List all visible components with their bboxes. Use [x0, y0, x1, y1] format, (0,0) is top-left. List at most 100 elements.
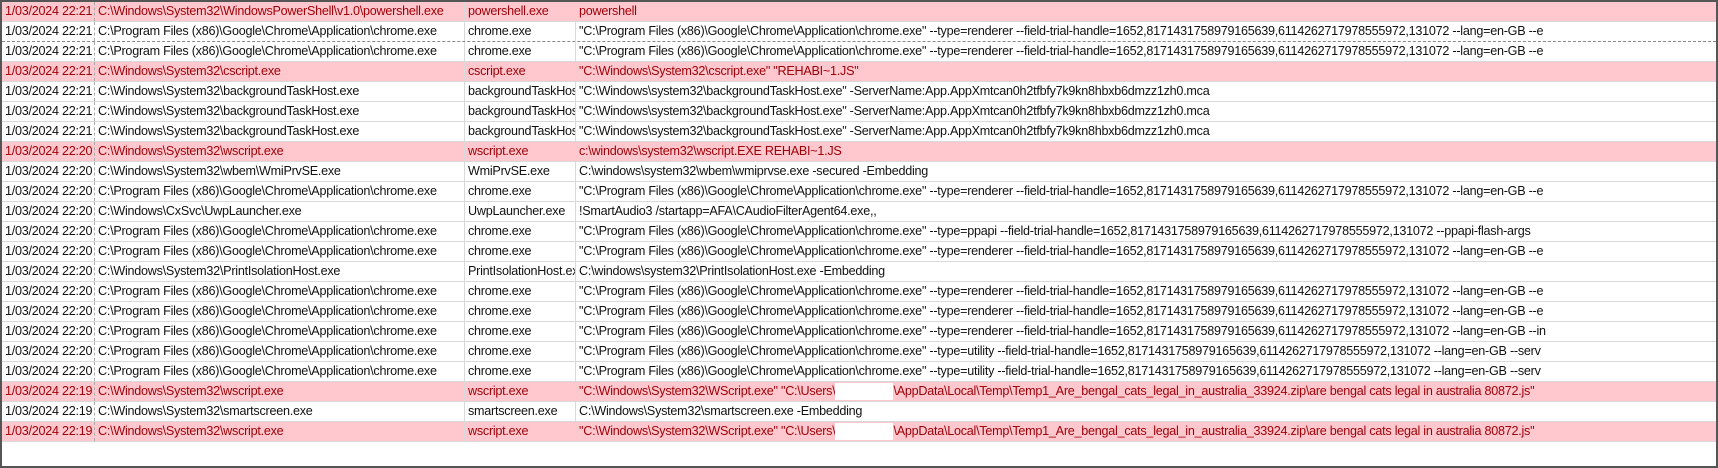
process-name-cell[interactable]: smartscreen.exe: [465, 402, 576, 421]
time-cell[interactable]: 1/03/2024 22:20: [2, 162, 95, 181]
time-cell[interactable]: 1/03/2024 22:21: [2, 2, 95, 21]
time-cell[interactable]: 1/03/2024 22:21: [2, 42, 95, 61]
image-path-cell[interactable]: C:\Program Files (x86)\Google\Chrome\App…: [95, 362, 465, 381]
image-path-cell-text: C:\Windows\System32\WindowsPowerShell\v1…: [98, 4, 444, 18]
image-path-cell[interactable]: C:\Program Files (x86)\Google\Chrome\App…: [95, 42, 465, 61]
command-line-cell[interactable]: powershell: [576, 2, 1716, 21]
image-path-cell[interactable]: C:\Program Files (x86)\Google\Chrome\App…: [95, 182, 465, 201]
time-cell[interactable]: 1/03/2024 22:20: [2, 322, 95, 341]
process-name-cell-text: wscript.exe: [468, 384, 529, 398]
command-line-cell[interactable]: c:\windows\system32\wscript.EXE REHABI~1…: [576, 142, 1716, 161]
process-name-cell[interactable]: chrome.exe: [465, 242, 576, 261]
command-line-cell[interactable]: "C:\Program Files (x86)\Google\Chrome\Ap…: [576, 362, 1716, 381]
time-cell-text: 1/03/2024 22:20: [5, 144, 93, 158]
process-name-cell[interactable]: WmiPrvSE.exe: [465, 162, 576, 181]
image-path-cell[interactable]: C:\Windows\System32\wscript.exe: [95, 142, 465, 161]
command-line-cell[interactable]: "C:\Program Files (x86)\Google\Chrome\Ap…: [576, 282, 1716, 301]
process-name-cell[interactable]: wscript.exe: [465, 142, 576, 161]
image-path-cell[interactable]: C:\Windows\System32\PrintIsolationHost.e…: [95, 262, 465, 281]
command-line-cell[interactable]: "C:\Windows\System32\WScript.exe" "C:\Us…: [576, 382, 1716, 401]
command-line-cell[interactable]: "C:\Windows\system32\backgroundTaskHost.…: [576, 122, 1716, 141]
process-name-cell[interactable]: backgroundTaskHost.exe: [465, 102, 576, 121]
image-path-cell[interactable]: C:\Program Files (x86)\Google\Chrome\App…: [95, 302, 465, 321]
time-cell[interactable]: 1/03/2024 22:21: [2, 22, 95, 41]
time-cell[interactable]: 1/03/2024 22:21: [2, 62, 95, 81]
time-cell[interactable]: 1/03/2024 22:19: [2, 402, 95, 421]
image-path-cell[interactable]: C:\Program Files (x86)\Google\Chrome\App…: [95, 222, 465, 241]
command-line-cell[interactable]: "C:\Program Files (x86)\Google\Chrome\Ap…: [576, 322, 1716, 341]
command-line-cell[interactable]: "C:\Program Files (x86)\Google\Chrome\Ap…: [576, 302, 1716, 321]
command-line-cell[interactable]: C:\windows\system32\wbem\wmiprvse.exe -s…: [576, 162, 1716, 181]
image-path-cell[interactable]: C:\Windows\System32\backgroundTaskHost.e…: [95, 82, 465, 101]
image-path-cell[interactable]: C:\Windows\System32\wscript.exe: [95, 422, 465, 441]
command-line-cell[interactable]: "C:\Program Files (x86)\Google\Chrome\Ap…: [576, 42, 1716, 61]
time-cell[interactable]: 1/03/2024 22:21: [2, 102, 95, 121]
time-cell[interactable]: 1/03/2024 22:20: [2, 222, 95, 241]
time-cell[interactable]: 1/03/2024 22:19: [2, 382, 95, 401]
time-cell[interactable]: 1/03/2024 22:21: [2, 122, 95, 141]
process-name-cell[interactable]: powershell.exe: [465, 2, 576, 21]
image-path-cell-text: C:\Windows\System32\wbem\WmiPrvSE.exe: [98, 164, 341, 178]
process-name-cell[interactable]: wscript.exe: [465, 422, 576, 441]
image-path-cell[interactable]: C:\Windows\System32\smartscreen.exe: [95, 402, 465, 421]
command-line-cell[interactable]: "C:\Program Files (x86)\Google\Chrome\Ap…: [576, 222, 1716, 241]
time-cell[interactable]: 1/03/2024 22:20: [2, 202, 95, 221]
command-line-cell[interactable]: C:\windows\system32\PrintIsolationHost.e…: [576, 262, 1716, 281]
image-path-cell[interactable]: C:\Program Files (x86)\Google\Chrome\App…: [95, 242, 465, 261]
time-cell[interactable]: 1/03/2024 22:20: [2, 282, 95, 301]
time-cell[interactable]: 1/03/2024 22:20: [2, 262, 95, 281]
image-path-cell[interactable]: C:\Windows\System32\backgroundTaskHost.e…: [95, 122, 465, 141]
process-name-cell[interactable]: chrome.exe: [465, 362, 576, 381]
image-path-cell[interactable]: C:\Windows\System32\backgroundTaskHost.e…: [95, 102, 465, 121]
process-name-cell[interactable]: backgroundTaskHost.exe: [465, 82, 576, 101]
command-line-cell[interactable]: "C:\Windows\system32\backgroundTaskHost.…: [576, 102, 1716, 121]
image-path-cell[interactable]: C:\Windows\System32\WindowsPowerShell\v1…: [95, 2, 465, 21]
process-name-cell[interactable]: chrome.exe: [465, 222, 576, 241]
command-line-cell[interactable]: !SmartAudio3 /startapp=AFA\CAudioFilterA…: [576, 202, 1716, 221]
process-name-cell[interactable]: chrome.exe: [465, 342, 576, 361]
process-name-cell[interactable]: PrintIsolationHost.exe: [465, 262, 576, 281]
time-cell[interactable]: 1/03/2024 22:20: [2, 342, 95, 361]
process-name-cell[interactable]: wscript.exe: [465, 382, 576, 401]
process-name-cell[interactable]: chrome.exe: [465, 22, 576, 41]
time-cell[interactable]: 1/03/2024 22:21: [2, 82, 95, 101]
command-line-cell[interactable]: "C:\Program Files (x86)\Google\Chrome\Ap…: [576, 242, 1716, 261]
process-name-cell[interactable]: backgroundTaskHost.exe: [465, 122, 576, 141]
image-path-cell[interactable]: C:\Windows\System32\cscript.exe: [95, 62, 465, 81]
command-line-cell[interactable]: "C:\Program Files (x86)\Google\Chrome\Ap…: [576, 182, 1716, 201]
image-path-cell[interactable]: C:\Program Files (x86)\Google\Chrome\App…: [95, 282, 465, 301]
redaction-box: [835, 383, 894, 401]
image-path-cell[interactable]: C:\Program Files (x86)\Google\Chrome\App…: [95, 22, 465, 41]
image-path-cell[interactable]: C:\Windows\System32\wscript.exe: [95, 382, 465, 401]
image-path-cell[interactable]: C:\Windows\System32\wbem\WmiPrvSE.exe: [95, 162, 465, 181]
process-name-cell[interactable]: cscript.exe: [465, 62, 576, 81]
command-line-cell[interactable]: "C:\Program Files (x86)\Google\Chrome\Ap…: [576, 342, 1716, 361]
process-name-cell[interactable]: chrome.exe: [465, 322, 576, 341]
process-name-cell[interactable]: chrome.exe: [465, 282, 576, 301]
command-line-cell[interactable]: "C:\Windows\System32\WScript.exe" "C:\Us…: [576, 422, 1716, 441]
time-cell-text: 1/03/2024 22:20: [5, 164, 93, 178]
image-path-cell-text: C:\Program Files (x86)\Google\Chrome\App…: [98, 44, 437, 58]
time-cell[interactable]: 1/03/2024 22:20: [2, 182, 95, 201]
command-line-cell[interactable]: "C:\Program Files (x86)\Google\Chrome\Ap…: [576, 22, 1716, 41]
time-cell[interactable]: 1/03/2024 22:20: [2, 302, 95, 321]
image-path-cell-text: C:\Program Files (x86)\Google\Chrome\App…: [98, 224, 437, 238]
image-path-cell-text: C:\Program Files (x86)\Google\Chrome\App…: [98, 24, 437, 38]
image-path-cell[interactable]: C:\Windows\CxSvc\UwpLauncher.exe: [95, 202, 465, 221]
process-name-cell[interactable]: UwpLauncher.exe: [465, 202, 576, 221]
process-name-cell[interactable]: chrome.exe: [465, 182, 576, 201]
time-cell[interactable]: 1/03/2024 22:19: [2, 422, 95, 441]
process-name-cell[interactable]: chrome.exe: [465, 302, 576, 321]
image-path-cell-text: C:\Windows\System32\cscript.exe: [98, 64, 281, 78]
image-path-cell[interactable]: C:\Program Files (x86)\Google\Chrome\App…: [95, 322, 465, 341]
time-cell[interactable]: 1/03/2024 22:20: [2, 142, 95, 161]
command-line-cell[interactable]: C:\Windows\System32\smartscreen.exe -Emb…: [576, 402, 1716, 421]
image-path-cell-text: C:\Windows\CxSvc\UwpLauncher.exe: [98, 204, 302, 218]
command-line-cell[interactable]: "C:\Windows\system32\backgroundTaskHost.…: [576, 82, 1716, 101]
process-name-cell[interactable]: chrome.exe: [465, 42, 576, 61]
command-line-cell[interactable]: "C:\Windows\System32\cscript.exe" "REHAB…: [576, 62, 1716, 81]
command-line-cell-text: "C:\Program Files (x86)\Google\Chrome\Ap…: [579, 324, 1546, 338]
time-cell[interactable]: 1/03/2024 22:20: [2, 242, 95, 261]
time-cell[interactable]: 1/03/2024 22:20: [2, 362, 95, 381]
image-path-cell[interactable]: C:\Program Files (x86)\Google\Chrome\App…: [95, 342, 465, 361]
